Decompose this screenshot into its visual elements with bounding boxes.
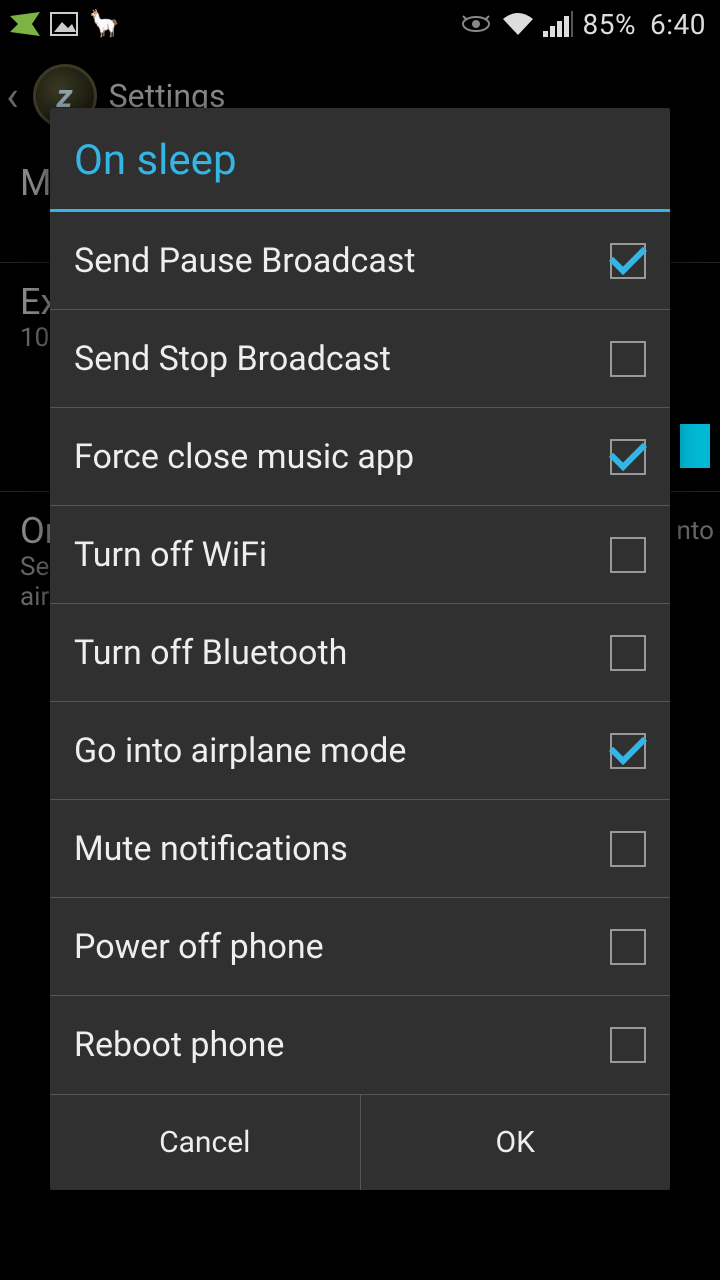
option-label: Power off phone	[74, 927, 324, 967]
option-label: Send Stop Broadcast	[74, 339, 391, 379]
status-left-icons: 🦙	[10, 9, 120, 39]
option-label: Send Pause Broadcast	[74, 241, 416, 281]
option-row[interactable]: Send Pause Broadcast	[50, 212, 670, 310]
battery-percent: 85%	[583, 8, 636, 41]
on-sleep-dialog: On sleep Send Pause Broadcast Send Stop B…	[50, 108, 670, 1190]
option-row[interactable]: Force close music app	[50, 408, 670, 506]
option-checkbox[interactable]	[610, 929, 646, 965]
option-row[interactable]: Power off phone	[50, 898, 670, 996]
option-checkbox[interactable]	[610, 635, 646, 671]
option-row[interactable]: Reboot phone	[50, 996, 670, 1094]
eye-icon	[459, 14, 493, 34]
option-row[interactable]: Turn off WiFi	[50, 506, 670, 604]
dialog-title: On sleep	[50, 108, 670, 212]
option-label: Turn off Bluetooth	[74, 633, 347, 673]
option-checkbox[interactable]	[610, 439, 646, 475]
cancel-button[interactable]: Cancel	[50, 1095, 360, 1190]
option-checkbox[interactable]	[610, 537, 646, 573]
signal-icon	[543, 11, 573, 37]
wifi-icon	[501, 11, 535, 37]
option-checkbox[interactable]	[610, 341, 646, 377]
option-checkbox[interactable]	[610, 831, 646, 867]
option-label: Go into airplane mode	[74, 731, 406, 771]
option-row[interactable]: Go into airplane mode	[50, 702, 670, 800]
dialog-option-list: Send Pause Broadcast Send Stop Broadcast F…	[50, 212, 670, 1094]
gallery-icon	[50, 12, 78, 36]
bg-toggle-fragment	[680, 424, 710, 468]
status-right-icons: 85% 6:40	[459, 8, 706, 41]
option-checkbox[interactable]	[610, 243, 646, 279]
llama-icon: 🦙	[88, 9, 120, 39]
send-icon	[10, 12, 40, 36]
option-label: Mute notifications	[74, 829, 348, 869]
status-bar: 🦙 85% 6:40	[0, 0, 720, 48]
back-icon[interactable]: ‹	[6, 72, 19, 121]
ok-button[interactable]: OK	[360, 1095, 671, 1190]
option-label: Force close music app	[74, 437, 414, 477]
option-label: Reboot phone	[74, 1025, 284, 1065]
option-row[interactable]: Turn off Bluetooth	[50, 604, 670, 702]
option-row[interactable]: Send Stop Broadcast	[50, 310, 670, 408]
option-checkbox[interactable]	[610, 1027, 646, 1063]
option-row[interactable]: Mute notifications	[50, 800, 670, 898]
option-checkbox[interactable]	[610, 733, 646, 769]
dialog-button-bar: Cancel OK	[50, 1094, 670, 1190]
clock: 6:40	[650, 8, 706, 41]
bg-fragment: nto	[677, 516, 714, 546]
option-label: Turn off WiFi	[74, 535, 267, 575]
